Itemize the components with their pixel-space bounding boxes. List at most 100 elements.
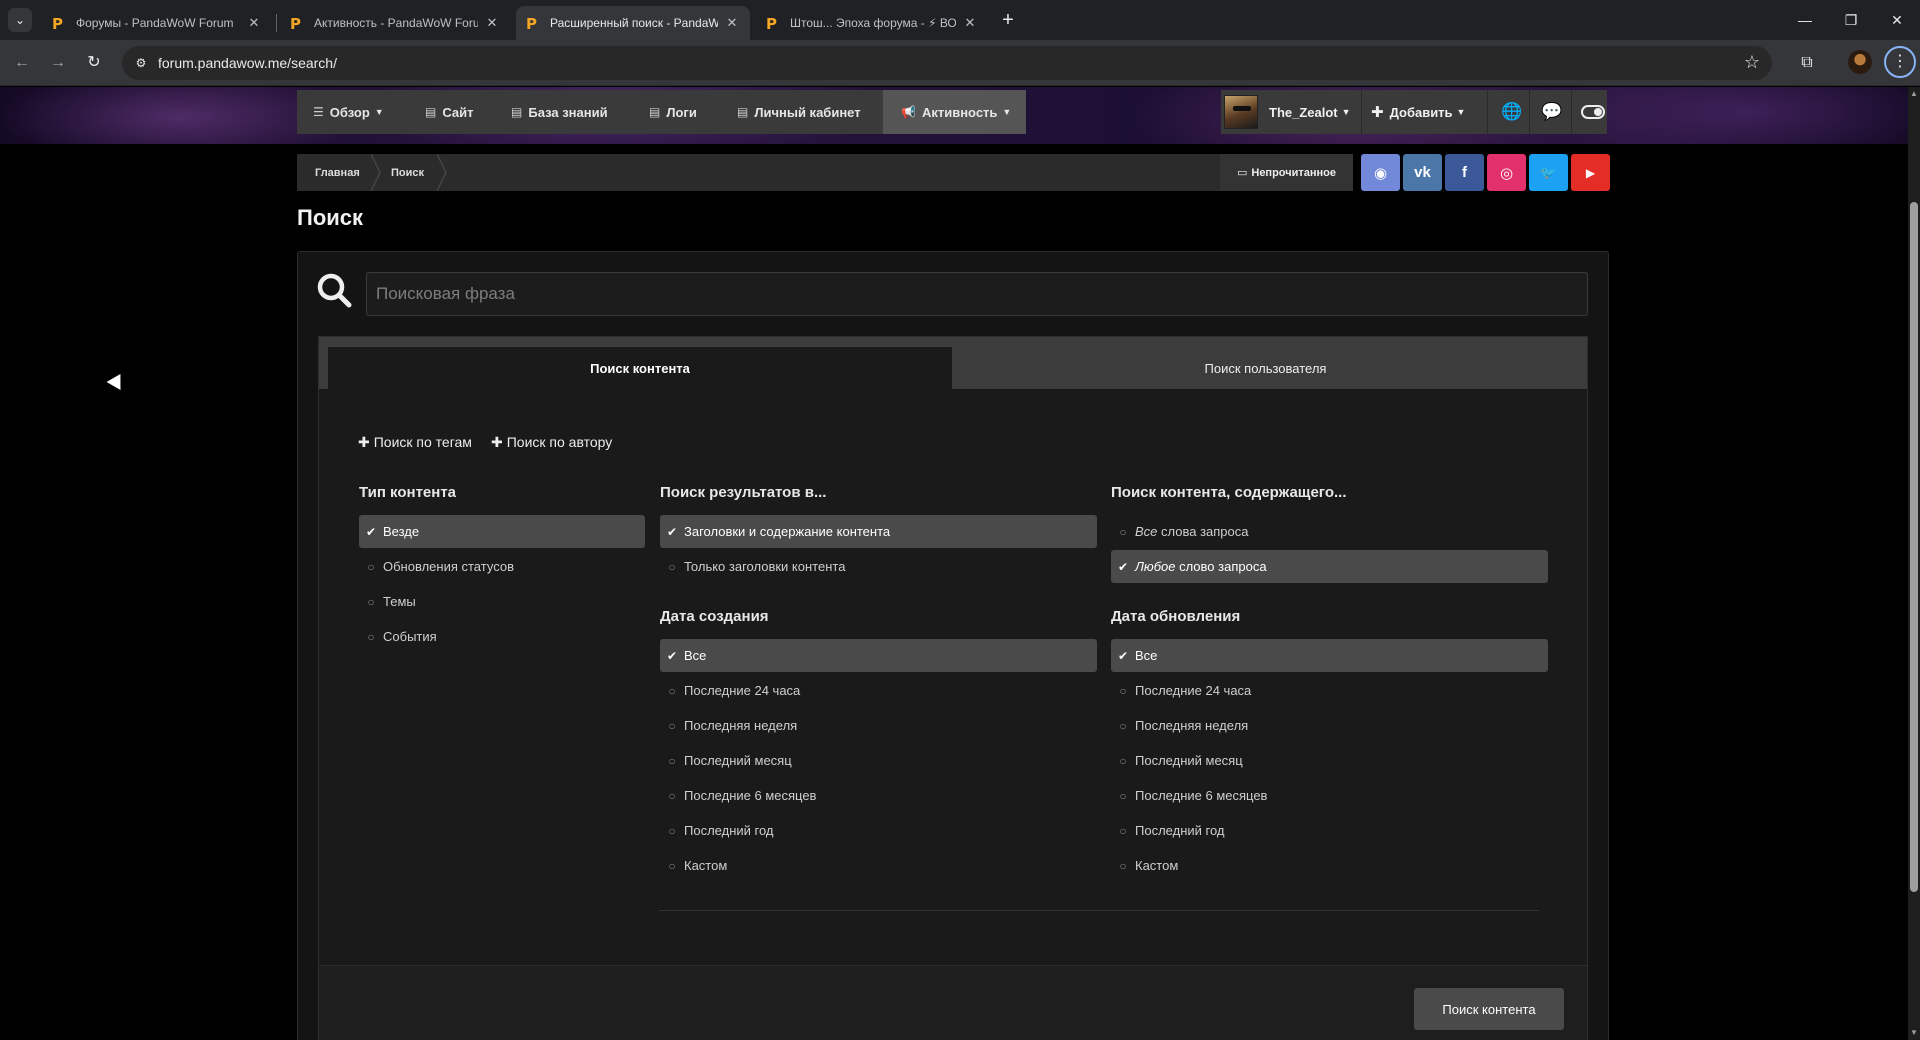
tab-separator <box>276 14 277 32</box>
nav-site[interactable]: ▤ Сайт <box>425 90 473 134</box>
bookmark-star-icon[interactable]: ☆ <box>1744 52 1760 73</box>
nav-overview[interactable]: ☰ Обзор ▼ <box>313 90 384 134</box>
forward-arrow-icon[interactable]: → <box>44 49 72 77</box>
updated-date-option[interactable]: ○ Последний год <box>1111 814 1548 847</box>
scroll-down-arrow-icon[interactable]: ▼ <box>1908 1026 1920 1040</box>
updated-date-option[interactable]: ○ Последняя неделя <box>1111 709 1548 742</box>
search-content-button[interactable]: Поиск контента <box>1414 988 1564 1030</box>
tab-search-chevron-icon[interactable]: ⌄ <box>8 8 32 32</box>
updated-date-option[interactable]: ○ Последние 6 месяцев <box>1111 779 1548 812</box>
close-window-icon[interactable]: ✕ <box>1874 0 1920 40</box>
globe-icon[interactable]: 🌐 <box>1501 90 1522 134</box>
browser-profile-avatar[interactable] <box>1848 50 1872 74</box>
created-date-option[interactable]: ○ Последний год <box>660 814 1097 847</box>
add-menu[interactable]: ✚ Добавить ▼ <box>1371 90 1465 134</box>
content-type-option[interactable]: ✔ Везде <box>359 515 645 548</box>
close-tab-icon[interactable]: ✕ <box>962 15 978 31</box>
megaphone-icon: 📢 <box>901 105 916 119</box>
scrollbar-thumb[interactable] <box>1910 202 1918 892</box>
created-date-option[interactable]: ○ Последние 6 месяцев <box>660 779 1097 812</box>
close-tab-icon[interactable]: ✕ <box>246 15 262 31</box>
page-title: Поиск <box>297 205 364 230</box>
vk-icon[interactable]: vk <box>1403 154 1442 191</box>
theme-toggle-icon[interactable] <box>1581 105 1605 119</box>
radio-circle-icon: ○ <box>668 753 676 768</box>
updated-date-option[interactable]: ○ Последние 24 часа <box>1111 674 1548 707</box>
minimize-window-icon[interactable]: — <box>1782 0 1828 40</box>
match-mode-option[interactable]: ✔ Любое слово запроса <box>1111 550 1548 583</box>
search-in-option[interactable]: ✔ Заголовки и содержание контента <box>660 515 1097 548</box>
mouse-cursor-icon <box>106 373 128 395</box>
facebook-icon[interactable]: f <box>1445 154 1484 191</box>
created-date-option[interactable]: ○ Последний месяц <box>660 744 1097 777</box>
plus-icon: ✚ <box>491 434 503 450</box>
caret-down-icon: ▼ <box>1456 107 1466 117</box>
list-icon: ☰ <box>313 105 324 119</box>
reload-icon[interactable]: ↻ <box>80 49 108 77</box>
tab-content-search[interactable]: Поиск контента <box>328 347 952 389</box>
search-tabs: Поиск контента Поиск пользователя ✚ Поиск… <box>318 336 1588 1040</box>
web-page: ☰ Обзор ▼ ▤ Сайт ▤ База знаний ▤ Логи ▤ … <box>0 87 1908 1040</box>
pandawow-favicon-icon: P <box>526 15 537 33</box>
nav-logs[interactable]: ▤ Логи <box>649 90 697 134</box>
new-tab-plus-icon[interactable]: + <box>995 8 1021 34</box>
instagram-icon[interactable]: ◎ <box>1487 154 1526 191</box>
browser-tab-advanced-search[interactable]: P Расширенный поиск - PandaWoW ✕ <box>516 6 750 40</box>
check-icon: ✔ <box>666 524 678 539</box>
search-phrase-input[interactable] <box>366 272 1588 316</box>
browser-tab-forums[interactable]: P Форумы - PandaWoW Forum ✕ <box>42 6 272 40</box>
browser-tab-activity[interactable]: P Активность - PandaWoW Forum ✕ <box>280 6 510 40</box>
tab-user-search[interactable]: Поиск пользователя <box>952 347 1579 389</box>
document-icon: ▤ <box>649 105 661 119</box>
radio-circle-icon: ○ <box>1119 718 1127 733</box>
radio-circle-icon: ○ <box>1119 683 1127 698</box>
radio-circle-icon: ○ <box>668 823 676 838</box>
check-icon: ✔ <box>1117 648 1129 663</box>
form-footer: Поиск контента <box>319 965 1587 1040</box>
search-in-option[interactable]: ○ Только заголовки контента <box>660 550 1097 583</box>
extensions-puzzle-icon[interactable]: ⧉ <box>1794 50 1820 76</box>
user-avatar[interactable] <box>1224 95 1258 129</box>
back-arrow-icon[interactable]: ← <box>8 49 36 77</box>
breadcrumb-search[interactable]: Поиск <box>391 154 424 191</box>
close-tab-icon[interactable]: ✕ <box>724 15 740 31</box>
nav-activity[interactable]: 📢 Активность ▼ <box>883 90 1026 134</box>
browser-menu-dots-icon[interactable]: ⋮ <box>1884 46 1916 78</box>
content-type-option[interactable]: ○ События <box>359 620 645 653</box>
user-menu[interactable]: The_Zealot ▼ <box>1269 90 1351 134</box>
created-date-option[interactable]: ○ Последняя неделя <box>660 709 1097 742</box>
breadcrumb-home[interactable]: Главная <box>315 154 360 191</box>
nav-knowledge-base[interactable]: ▤ База знаний <box>511 90 608 134</box>
updated-date-option[interactable]: ○ Кастом <box>1111 849 1548 882</box>
check-icon: ✔ <box>1117 559 1129 574</box>
created-date-option[interactable]: ✔ Все <box>660 639 1097 672</box>
nav-personal-account[interactable]: ▤ Личный кабинет <box>737 90 861 134</box>
page-scrollbar[interactable]: ▲ ▼ <box>1908 87 1920 1040</box>
address-bar[interactable]: ⚙ forum.pandawow.me/search/ ☆ <box>122 46 1772 80</box>
updated-date-option[interactable]: ○ Последний месяц <box>1111 744 1548 777</box>
search-by-author-link[interactable]: ✚ Поиск по автору <box>491 434 612 451</box>
scroll-up-arrow-icon[interactable]: ▲ <box>1908 87 1920 101</box>
search-by-tags-link[interactable]: ✚ Поиск по тегам <box>358 434 472 451</box>
created-date-option[interactable]: ○ Последние 24 часа <box>660 674 1097 707</box>
restore-window-icon[interactable]: ❐ <box>1828 0 1874 40</box>
newspaper-icon: ▭ <box>1236 167 1248 179</box>
content-type-option[interactable]: ○ Темы <box>359 585 645 618</box>
youtube-icon[interactable]: ▶ <box>1571 154 1610 191</box>
close-tab-icon[interactable]: ✕ <box>484 15 500 31</box>
breadcrumb-chevron-icon <box>371 154 381 191</box>
site-info-icon[interactable]: ⚙ <box>132 54 150 72</box>
browser-tab-bar: ⌄ P Форумы - PandaWoW Forum ✕ P Активнос… <box>0 0 1920 40</box>
created-date-option[interactable]: ○ Кастом <box>660 849 1097 882</box>
match-mode-title: Поиск контента, содержащего... <box>1111 484 1347 501</box>
browser-toolbar: ← → ↻ ⚙ forum.pandawow.me/search/ ☆ ⧉ <box>0 40 1920 86</box>
twitter-icon[interactable]: 🐦 <box>1529 154 1568 191</box>
content-type-option[interactable]: ○ Обновления статусов <box>359 550 645 583</box>
chat-bubbles-icon[interactable]: 💬 <box>1541 90 1562 134</box>
match-mode-option[interactable]: ○ Все слова запроса <box>1111 515 1548 548</box>
discord-icon[interactable]: ◉ <box>1361 154 1400 191</box>
browser-tab-forum-era[interactable]: P Штош... Эпоха форума - ⚡ ВО ✕ <box>756 6 988 40</box>
radio-circle-icon: ○ <box>1119 753 1127 768</box>
unread-button[interactable]: ▭ Непрочитанное <box>1220 154 1353 191</box>
updated-date-option[interactable]: ✔ Все <box>1111 639 1548 672</box>
